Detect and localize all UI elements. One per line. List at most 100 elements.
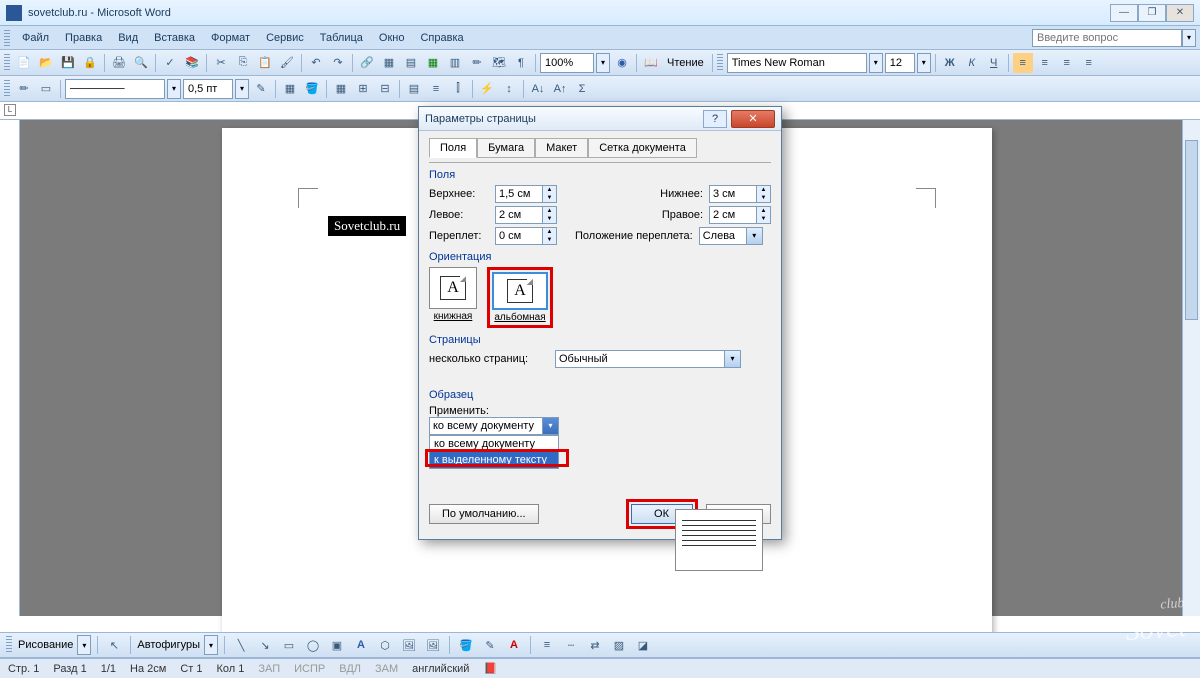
font-combo[interactable]: Times New Roman	[727, 53, 867, 73]
autoformat-icon[interactable]: ⚡	[477, 79, 497, 99]
sortasc-icon[interactable]: A↓	[528, 79, 548, 99]
menu-window[interactable]: Окно	[371, 29, 413, 47]
maximize-button[interactable]: ❐	[1138, 4, 1166, 22]
dialog-titlebar[interactable]: Параметры страницы ? ✕	[419, 107, 781, 131]
preview-icon[interactable]: 🔍	[131, 53, 151, 73]
orientation-landscape[interactable]: A альбомная	[492, 272, 548, 323]
multipages-select[interactable]	[555, 350, 725, 368]
left-margin-input[interactable]	[495, 206, 543, 224]
3d-icon[interactable]: ◪	[633, 635, 653, 655]
status-spellcheck-icon[interactable]: 📕	[483, 662, 497, 675]
dialog-help-button[interactable]: ?	[703, 110, 727, 128]
dropdown-icon[interactable]: ▾	[747, 227, 763, 245]
paste-icon[interactable]: 📋	[255, 53, 275, 73]
read-label[interactable]: Чтение	[663, 57, 708, 69]
fillcolor-icon[interactable]: 🪣	[456, 635, 476, 655]
zoom-combo[interactable]: 100%	[540, 53, 594, 73]
oval-icon[interactable]: ◯	[303, 635, 323, 655]
grip-icon[interactable]	[4, 30, 10, 46]
menu-tools[interactable]: Сервис	[258, 29, 312, 47]
grip-icon[interactable]	[4, 54, 10, 72]
vertical-scrollbar[interactable]	[1182, 120, 1200, 616]
close-button[interactable]: ✕	[1166, 4, 1194, 22]
columns-icon[interactable]: ▥	[445, 53, 465, 73]
autosum-icon[interactable]: Σ	[572, 79, 592, 99]
linestyle-dropdown[interactable]: ▾	[167, 79, 181, 99]
menu-view[interactable]: Вид	[110, 29, 146, 47]
menu-edit[interactable]: Правка	[57, 29, 110, 47]
excel-icon[interactable]: ▦	[423, 53, 443, 73]
spinner-arrows[interactable]: ▲▼	[543, 206, 557, 224]
gutterpos-select[interactable]	[699, 227, 747, 245]
italic-button[interactable]: К	[962, 53, 982, 73]
apply-select[interactable]	[429, 417, 543, 435]
print-icon[interactable]: 🖨	[109, 53, 129, 73]
gutter-input[interactable]	[495, 227, 543, 245]
arrowstyle-icon[interactable]: ⇄	[585, 635, 605, 655]
paragraph-icon[interactable]: ¶	[511, 53, 531, 73]
dropdown-icon[interactable]: ▾	[543, 417, 559, 435]
grip-icon[interactable]	[6, 636, 12, 654]
default-button[interactable]: По умолчанию...	[429, 504, 539, 524]
borders-icon[interactable]: ▦	[280, 79, 300, 99]
permissions-icon[interactable]: 🔒	[80, 53, 100, 73]
diagram-icon[interactable]: ⬡	[375, 635, 395, 655]
line-icon[interactable]: ╲	[231, 635, 251, 655]
bordercolor-icon[interactable]: ✎	[251, 79, 271, 99]
tab-selector[interactable]: L	[4, 104, 16, 116]
docmap-icon[interactable]: 🗺	[489, 53, 509, 73]
bold-button[interactable]: Ж	[940, 53, 960, 73]
spinner-arrows[interactable]: ▲▼	[757, 185, 771, 203]
status-trk[interactable]: ИСПР	[294, 663, 325, 675]
redo-icon[interactable]: ↷	[328, 53, 348, 73]
autoshapes-dropdown[interactable]: ▾	[204, 635, 218, 655]
rectangle-icon[interactable]: ▭	[279, 635, 299, 655]
scrollbar-thumb[interactable]	[1185, 140, 1198, 320]
aligncell-icon[interactable]: ▤	[404, 79, 424, 99]
lineweight-combo[interactable]: 0,5 пт	[183, 79, 233, 99]
spinner-arrows[interactable]: ▲▼	[543, 227, 557, 245]
sortdesc-icon[interactable]: A↑	[550, 79, 570, 99]
new-doc-icon[interactable]: 📄	[14, 53, 34, 73]
status-language[interactable]: английский	[412, 663, 469, 675]
align-center-icon[interactable]: ≡	[1035, 53, 1055, 73]
drawing-icon[interactable]: ✏	[467, 53, 487, 73]
tab-layout[interactable]: Макет	[535, 138, 588, 158]
mergecells-icon[interactable]: ⊞	[353, 79, 373, 99]
select-objects-icon[interactable]: ↖	[104, 635, 124, 655]
tab-fields[interactable]: Поля	[429, 138, 477, 158]
arrow-icon[interactable]: ↘	[255, 635, 275, 655]
shading-icon[interactable]: 🪣	[302, 79, 322, 99]
eraser-icon[interactable]: ▭	[36, 79, 56, 99]
document-text[interactable]: Sovetclub.ru	[328, 216, 406, 236]
underline-button[interactable]: Ч	[984, 53, 1004, 73]
read-icon[interactable]: 📖	[641, 53, 661, 73]
inserttable-icon[interactable]: ▦	[331, 79, 351, 99]
fontcolor-icon[interactable]: A	[504, 635, 524, 655]
status-rec[interactable]: ЗАП	[258, 663, 280, 675]
menu-format[interactable]: Формат	[203, 29, 258, 47]
picture-icon[interactable]: 🖼	[423, 635, 443, 655]
distcols-icon[interactable]: ⫿	[448, 79, 468, 99]
research-icon[interactable]: 📚	[182, 53, 202, 73]
menu-insert[interactable]: Вставка	[146, 29, 203, 47]
distrows-icon[interactable]: ≡	[426, 79, 446, 99]
menu-help[interactable]: Справка	[412, 29, 471, 47]
align-right-icon[interactable]: ≡	[1057, 53, 1077, 73]
clipart-icon[interactable]: 🖼	[399, 635, 419, 655]
grip-icon[interactable]	[4, 80, 10, 98]
apply-option-all[interactable]: ко всему документу	[430, 436, 558, 452]
status-ovr[interactable]: ЗАМ	[375, 663, 398, 675]
save-icon[interactable]: 💾	[58, 53, 78, 73]
dropdown-icon[interactable]: ▾	[725, 350, 741, 368]
splitcells-icon[interactable]: ⊟	[375, 79, 395, 99]
vertical-ruler[interactable]	[0, 120, 20, 616]
top-margin-input[interactable]	[495, 185, 543, 203]
linestyle-combo[interactable]: ───────	[65, 79, 165, 99]
hyperlink-icon[interactable]: 🔗	[357, 53, 377, 73]
undo-icon[interactable]: ↶	[306, 53, 326, 73]
copy-icon[interactable]: ⎘	[233, 53, 253, 73]
spinner-arrows[interactable]: ▲▼	[543, 185, 557, 203]
dialog-close-button[interactable]: ✕	[731, 110, 775, 128]
draw-table-icon[interactable]: ✏	[14, 79, 34, 99]
